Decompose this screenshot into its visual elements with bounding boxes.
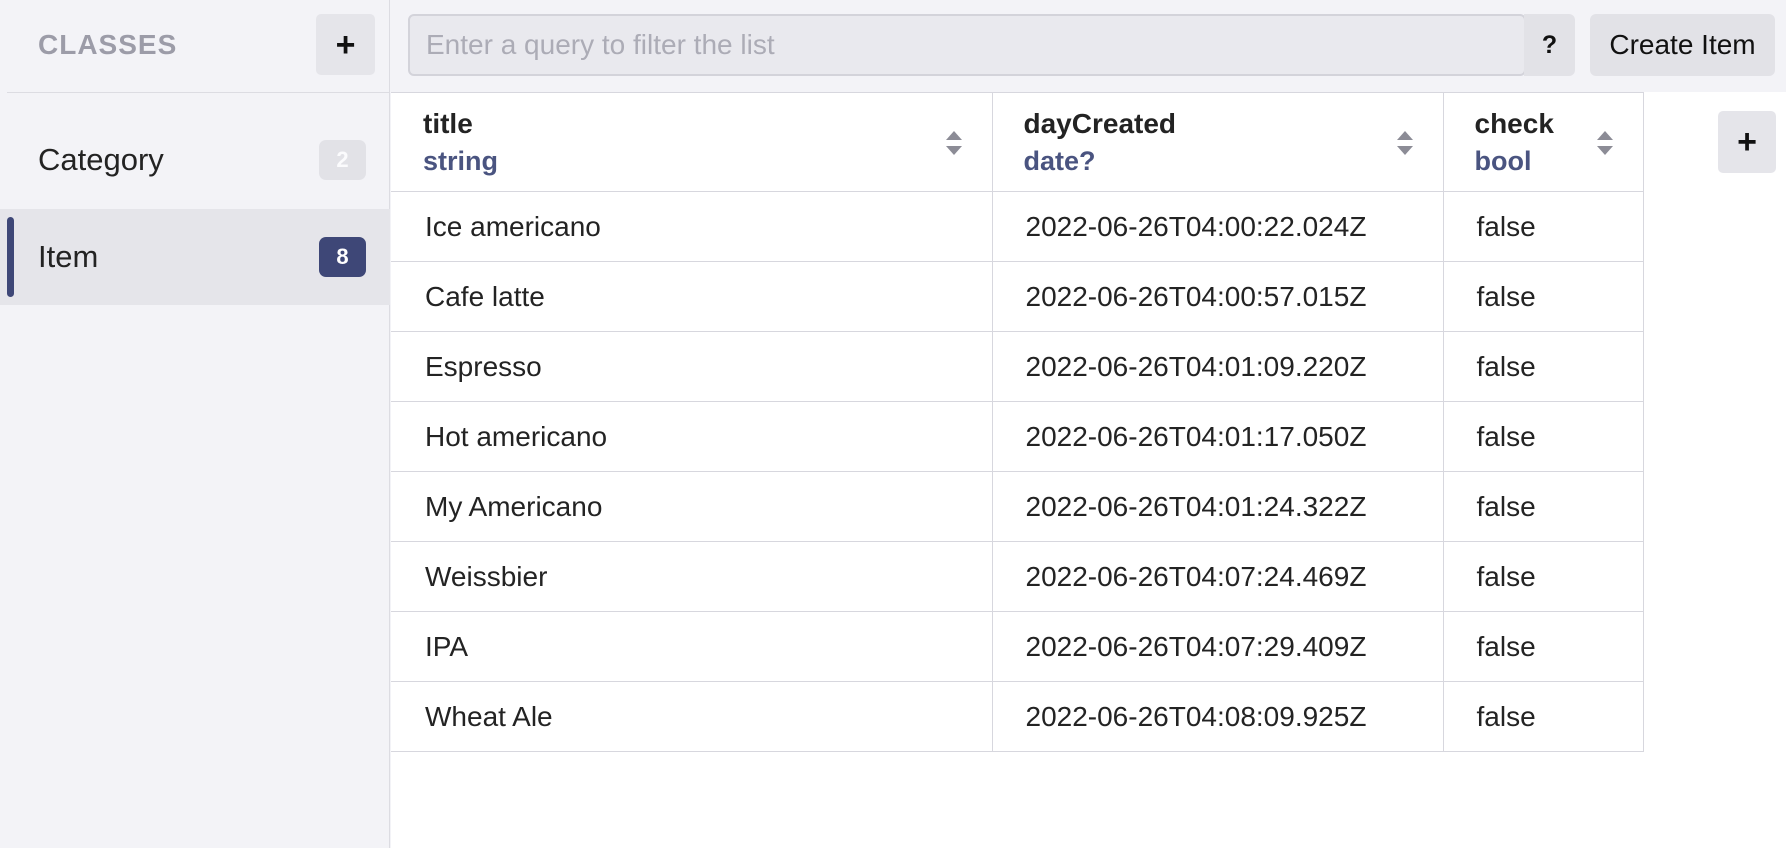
search-input[interactable] — [410, 16, 1522, 74]
cell-daycreated[interactable]: 2022-06-26T04:00:22.024Z — [991, 191, 1444, 262]
cell-check[interactable]: false — [1442, 611, 1644, 682]
column-header-check[interactable]: check bool — [1442, 92, 1644, 192]
sort-icon[interactable] — [945, 131, 962, 155]
toolbar: ? Create Item — [391, 0, 1786, 92]
table-row[interactable]: Ice americano 2022-06-26T04:00:22.024Z f… — [391, 191, 1644, 262]
cell-daycreated[interactable]: 2022-06-26T04:01:09.220Z — [991, 331, 1444, 402]
data-table: title string dayCreated date? check bool — [391, 92, 1644, 752]
cell-daycreated[interactable]: 2022-06-26T04:08:09.925Z — [991, 681, 1444, 752]
count-badge: 8 — [319, 237, 366, 277]
create-item-button[interactable]: Create Item — [1590, 14, 1775, 76]
plus-icon: + — [1737, 123, 1757, 161]
data-table-container: title string dayCreated date? check bool — [391, 92, 1786, 848]
cell-title[interactable]: Hot americano — [391, 401, 993, 472]
cell-title[interactable]: IPA — [391, 611, 993, 682]
table-header-row: title string dayCreated date? check bool — [391, 92, 1644, 192]
table-row[interactable]: Hot americano 2022-06-26T04:01:17.050Z f… — [391, 401, 1644, 472]
column-type: string — [423, 145, 499, 176]
cell-check[interactable]: false — [1442, 331, 1644, 402]
add-class-button[interactable]: + — [316, 14, 375, 75]
plus-icon: + — [335, 25, 356, 64]
sidebar-item-label: Category — [38, 142, 164, 177]
sidebar-item-label: Item — [38, 239, 99, 274]
table-row[interactable]: My Americano 2022-06-26T04:01:24.322Z fa… — [391, 471, 1644, 542]
table-row[interactable]: Wheat Ale 2022-06-26T04:08:09.925Z false — [391, 681, 1644, 752]
sidebar-header: CLASSES + — [7, 0, 390, 93]
cell-check[interactable]: false — [1442, 401, 1644, 472]
cell-title[interactable]: Espresso — [391, 331, 993, 402]
app-window: CLASSES + Category 2 Item 8 ? Create Ite… — [0, 0, 1786, 848]
sidebar-item-item[interactable]: Item 8 — [0, 209, 390, 305]
cell-daycreated[interactable]: 2022-06-26T04:00:57.015Z — [991, 261, 1444, 332]
cell-check[interactable]: false — [1442, 191, 1644, 262]
column-type: bool — [1474, 145, 1532, 176]
cell-daycreated[interactable]: 2022-06-26T04:01:17.050Z — [991, 401, 1444, 472]
add-column-button[interactable]: + — [1718, 111, 1776, 173]
column-name: check — [1474, 107, 1554, 139]
table-row[interactable]: IPA 2022-06-26T04:07:29.409Z false — [391, 611, 1644, 682]
cell-daycreated[interactable]: 2022-06-26T04:07:29.409Z — [991, 611, 1444, 682]
table-row[interactable]: Weissbier 2022-06-26T04:07:24.469Z false — [391, 541, 1644, 612]
cell-daycreated[interactable]: 2022-06-26T04:01:24.322Z — [991, 471, 1444, 542]
sort-icon[interactable] — [1596, 131, 1613, 155]
column-header-title[interactable]: title string — [391, 92, 993, 192]
column-header-daycreated[interactable]: dayCreated date? — [991, 92, 1444, 192]
cell-check[interactable]: false — [1442, 681, 1644, 752]
sidebar: CLASSES + Category 2 Item 8 — [0, 0, 390, 848]
active-indicator — [7, 217, 14, 297]
cell-check[interactable]: false — [1442, 471, 1644, 542]
search-box — [408, 14, 1526, 76]
count-badge: 2 — [319, 140, 366, 180]
cell-title[interactable]: Weissbier — [391, 541, 993, 612]
column-name: title — [423, 107, 473, 139]
table-row[interactable]: Cafe latte 2022-06-26T04:00:57.015Z fals… — [391, 261, 1644, 332]
cell-check[interactable]: false — [1442, 261, 1644, 332]
cell-title[interactable]: Cafe latte — [391, 261, 993, 332]
sidebar-item-category[interactable]: Category 2 — [0, 112, 390, 208]
column-type: date? — [1023, 145, 1096, 176]
cell-title[interactable]: Ice americano — [391, 191, 993, 262]
sort-icon[interactable] — [1396, 131, 1413, 155]
sidebar-title: CLASSES — [38, 29, 178, 60]
query-help-button[interactable]: ? — [1524, 14, 1575, 76]
cell-daycreated[interactable]: 2022-06-26T04:07:24.469Z — [991, 541, 1444, 612]
cell-title[interactable]: Wheat Ale — [391, 681, 993, 752]
cell-title[interactable]: My Americano — [391, 471, 993, 542]
column-name: dayCreated — [1023, 107, 1177, 139]
cell-check[interactable]: false — [1442, 541, 1644, 612]
table-row[interactable]: Espresso 2022-06-26T04:01:09.220Z false — [391, 331, 1644, 402]
